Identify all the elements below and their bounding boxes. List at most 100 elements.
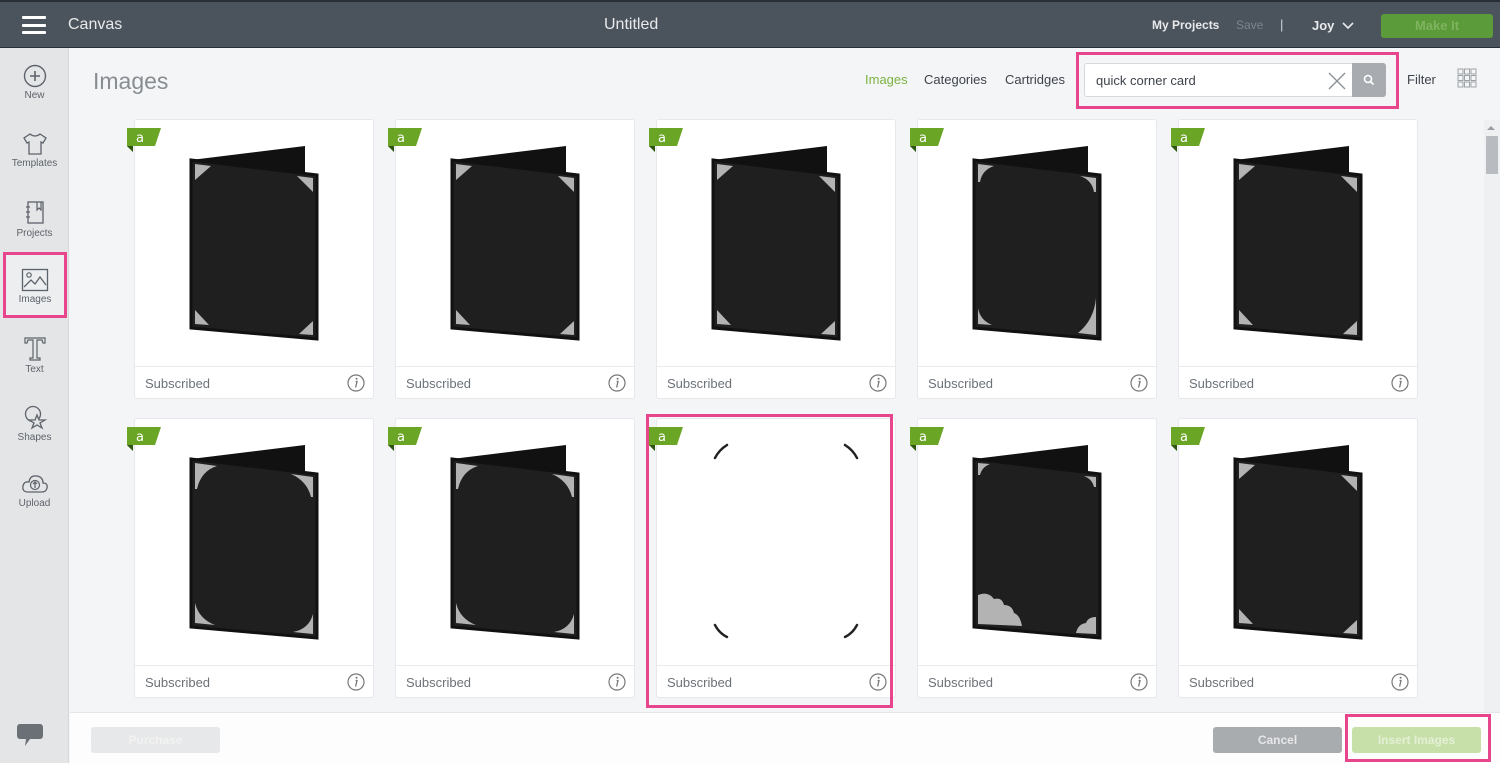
scroll-thumb[interactable] (1486, 136, 1498, 174)
footer-bar: Purchase Cancel Insert Images (70, 712, 1500, 763)
sidebar-item-templates[interactable]: Templates (0, 116, 69, 182)
card-image-thumbnail (135, 120, 373, 366)
card-image-thumbnail (396, 419, 634, 665)
access-badge-icon: a (388, 427, 422, 451)
info-icon[interactable] (869, 374, 887, 392)
search-button[interactable] (1352, 63, 1386, 97)
tab-categories[interactable]: Categories (924, 72, 987, 87)
svg-text:a: a (1180, 131, 1188, 146)
info-icon[interactable] (1130, 374, 1148, 392)
svg-text:a: a (397, 131, 405, 146)
card-image-thumbnail (135, 419, 373, 665)
images-panel: Images Images Categories Cartridges Filt… (70, 48, 1500, 712)
card-footer: Subscribed (1179, 366, 1417, 398)
sidebar-item-label: Text (25, 364, 44, 375)
user-menu[interactable]: Joy (1312, 18, 1354, 33)
image-card[interactable]: a Subscribed (649, 119, 896, 399)
sidebar-item-label: Shapes (17, 432, 52, 443)
cancel-button[interactable]: Cancel (1213, 727, 1342, 753)
scrollbar[interactable] (1484, 120, 1500, 712)
text-t-icon (23, 337, 46, 361)
card-status: Subscribed (406, 376, 472, 391)
card-status: Subscribed (928, 675, 994, 690)
card-image-thumbnail (396, 120, 634, 366)
search-input[interactable] (1085, 64, 1321, 96)
access-badge-icon: a (649, 128, 683, 152)
image-card[interactable]: a Subscribed (1171, 418, 1418, 698)
shapes-icon (24, 405, 47, 430)
info-icon[interactable] (608, 374, 626, 392)
search-box (1084, 63, 1386, 97)
grid-view-icon[interactable] (1457, 68, 1477, 88)
sidebar-item-text[interactable]: Text (0, 320, 69, 386)
image-icon (21, 268, 49, 292)
access-badge-icon: a (1171, 128, 1205, 152)
access-badge-icon: a (910, 128, 944, 152)
image-card[interactable]: a Subscribed (127, 418, 374, 698)
notebook-icon (25, 201, 44, 224)
access-badge-icon: a (1171, 427, 1205, 451)
save-button[interactable]: Save (1236, 18, 1263, 32)
info-icon[interactable] (347, 374, 365, 392)
card-footer: Subscribed (396, 366, 634, 398)
page-title: Images (93, 68, 169, 94)
purchase-button: Purchase (91, 727, 220, 753)
image-card[interactable]: a Subscribed (910, 418, 1157, 698)
card-image-thumbnail (1179, 419, 1417, 665)
clear-search-icon[interactable] (1327, 71, 1347, 91)
svg-text:a: a (919, 131, 927, 146)
card-status: Subscribed (1189, 675, 1255, 690)
info-icon[interactable] (1130, 673, 1148, 691)
card-footer: Subscribed (918, 665, 1156, 697)
sidebar-item-images[interactable]: Images (3, 252, 67, 318)
image-card[interactable]: a Subscribed (388, 418, 635, 698)
image-card[interactable]: a Subscribed (910, 119, 1157, 399)
image-card[interactable]: a Subscribed (1171, 119, 1418, 399)
tab-images[interactable]: Images (865, 72, 908, 87)
card-image-thumbnail (657, 120, 895, 366)
image-card[interactable]: a Subscribed (127, 119, 374, 399)
card-status: Subscribed (928, 376, 994, 391)
sidebar-item-new[interactable]: New (0, 48, 69, 114)
cloud-upload-icon (21, 475, 48, 493)
info-icon[interactable] (608, 673, 626, 691)
svg-text:a: a (136, 430, 144, 445)
sidebar-item-shapes[interactable]: Shapes (0, 388, 69, 454)
my-projects-link[interactable]: My Projects (1152, 18, 1219, 32)
top-bar: Canvas Untitled My Projects Save | Joy M… (0, 0, 1500, 48)
info-icon[interactable] (1391, 673, 1409, 691)
insert-images-button[interactable]: Insert Images (1352, 727, 1481, 753)
sidebar-item-label: Upload (18, 498, 51, 509)
card-status: Subscribed (145, 675, 211, 690)
info-icon[interactable] (1391, 374, 1409, 392)
make-it-button[interactable]: Make It (1381, 14, 1493, 38)
access-badge-icon: a (388, 128, 422, 152)
sidebar-item-label: Images (18, 294, 52, 305)
image-card[interactable]: a Subscribed (388, 119, 635, 399)
sidebar-item-projects[interactable]: Projects (0, 184, 69, 250)
card-footer: Subscribed (657, 366, 895, 398)
sidebar-item-label: Projects (16, 228, 53, 239)
search-icon (1363, 74, 1375, 86)
card-status: Subscribed (1189, 376, 1255, 391)
chevron-down-icon (1342, 21, 1354, 29)
tab-cartridges[interactable]: Cartridges (1005, 72, 1065, 87)
card-status: Subscribed (406, 675, 472, 690)
plus-circle-icon (23, 64, 46, 88)
menu-icon[interactable] (22, 16, 46, 34)
filter-button[interactable]: Filter (1407, 72, 1436, 87)
sidebar: New Templates Projects Images Text Shape… (0, 48, 69, 763)
info-icon[interactable] (347, 673, 365, 691)
sidebar-item-upload[interactable]: Upload (0, 456, 69, 522)
user-name: Joy (1312, 18, 1335, 33)
scroll-up-arrow-icon[interactable] (1487, 126, 1495, 130)
document-title[interactable]: Untitled (604, 16, 658, 34)
access-badge-icon: a (910, 427, 944, 451)
card-status: Subscribed (145, 376, 211, 391)
card-footer: Subscribed (135, 366, 373, 398)
card-footer: Subscribed (396, 665, 634, 697)
chat-bubble-icon[interactable] (16, 722, 44, 748)
svg-text:a: a (136, 131, 144, 146)
card-image-thumbnail (1179, 120, 1417, 366)
card-footer: Subscribed (918, 366, 1156, 398)
